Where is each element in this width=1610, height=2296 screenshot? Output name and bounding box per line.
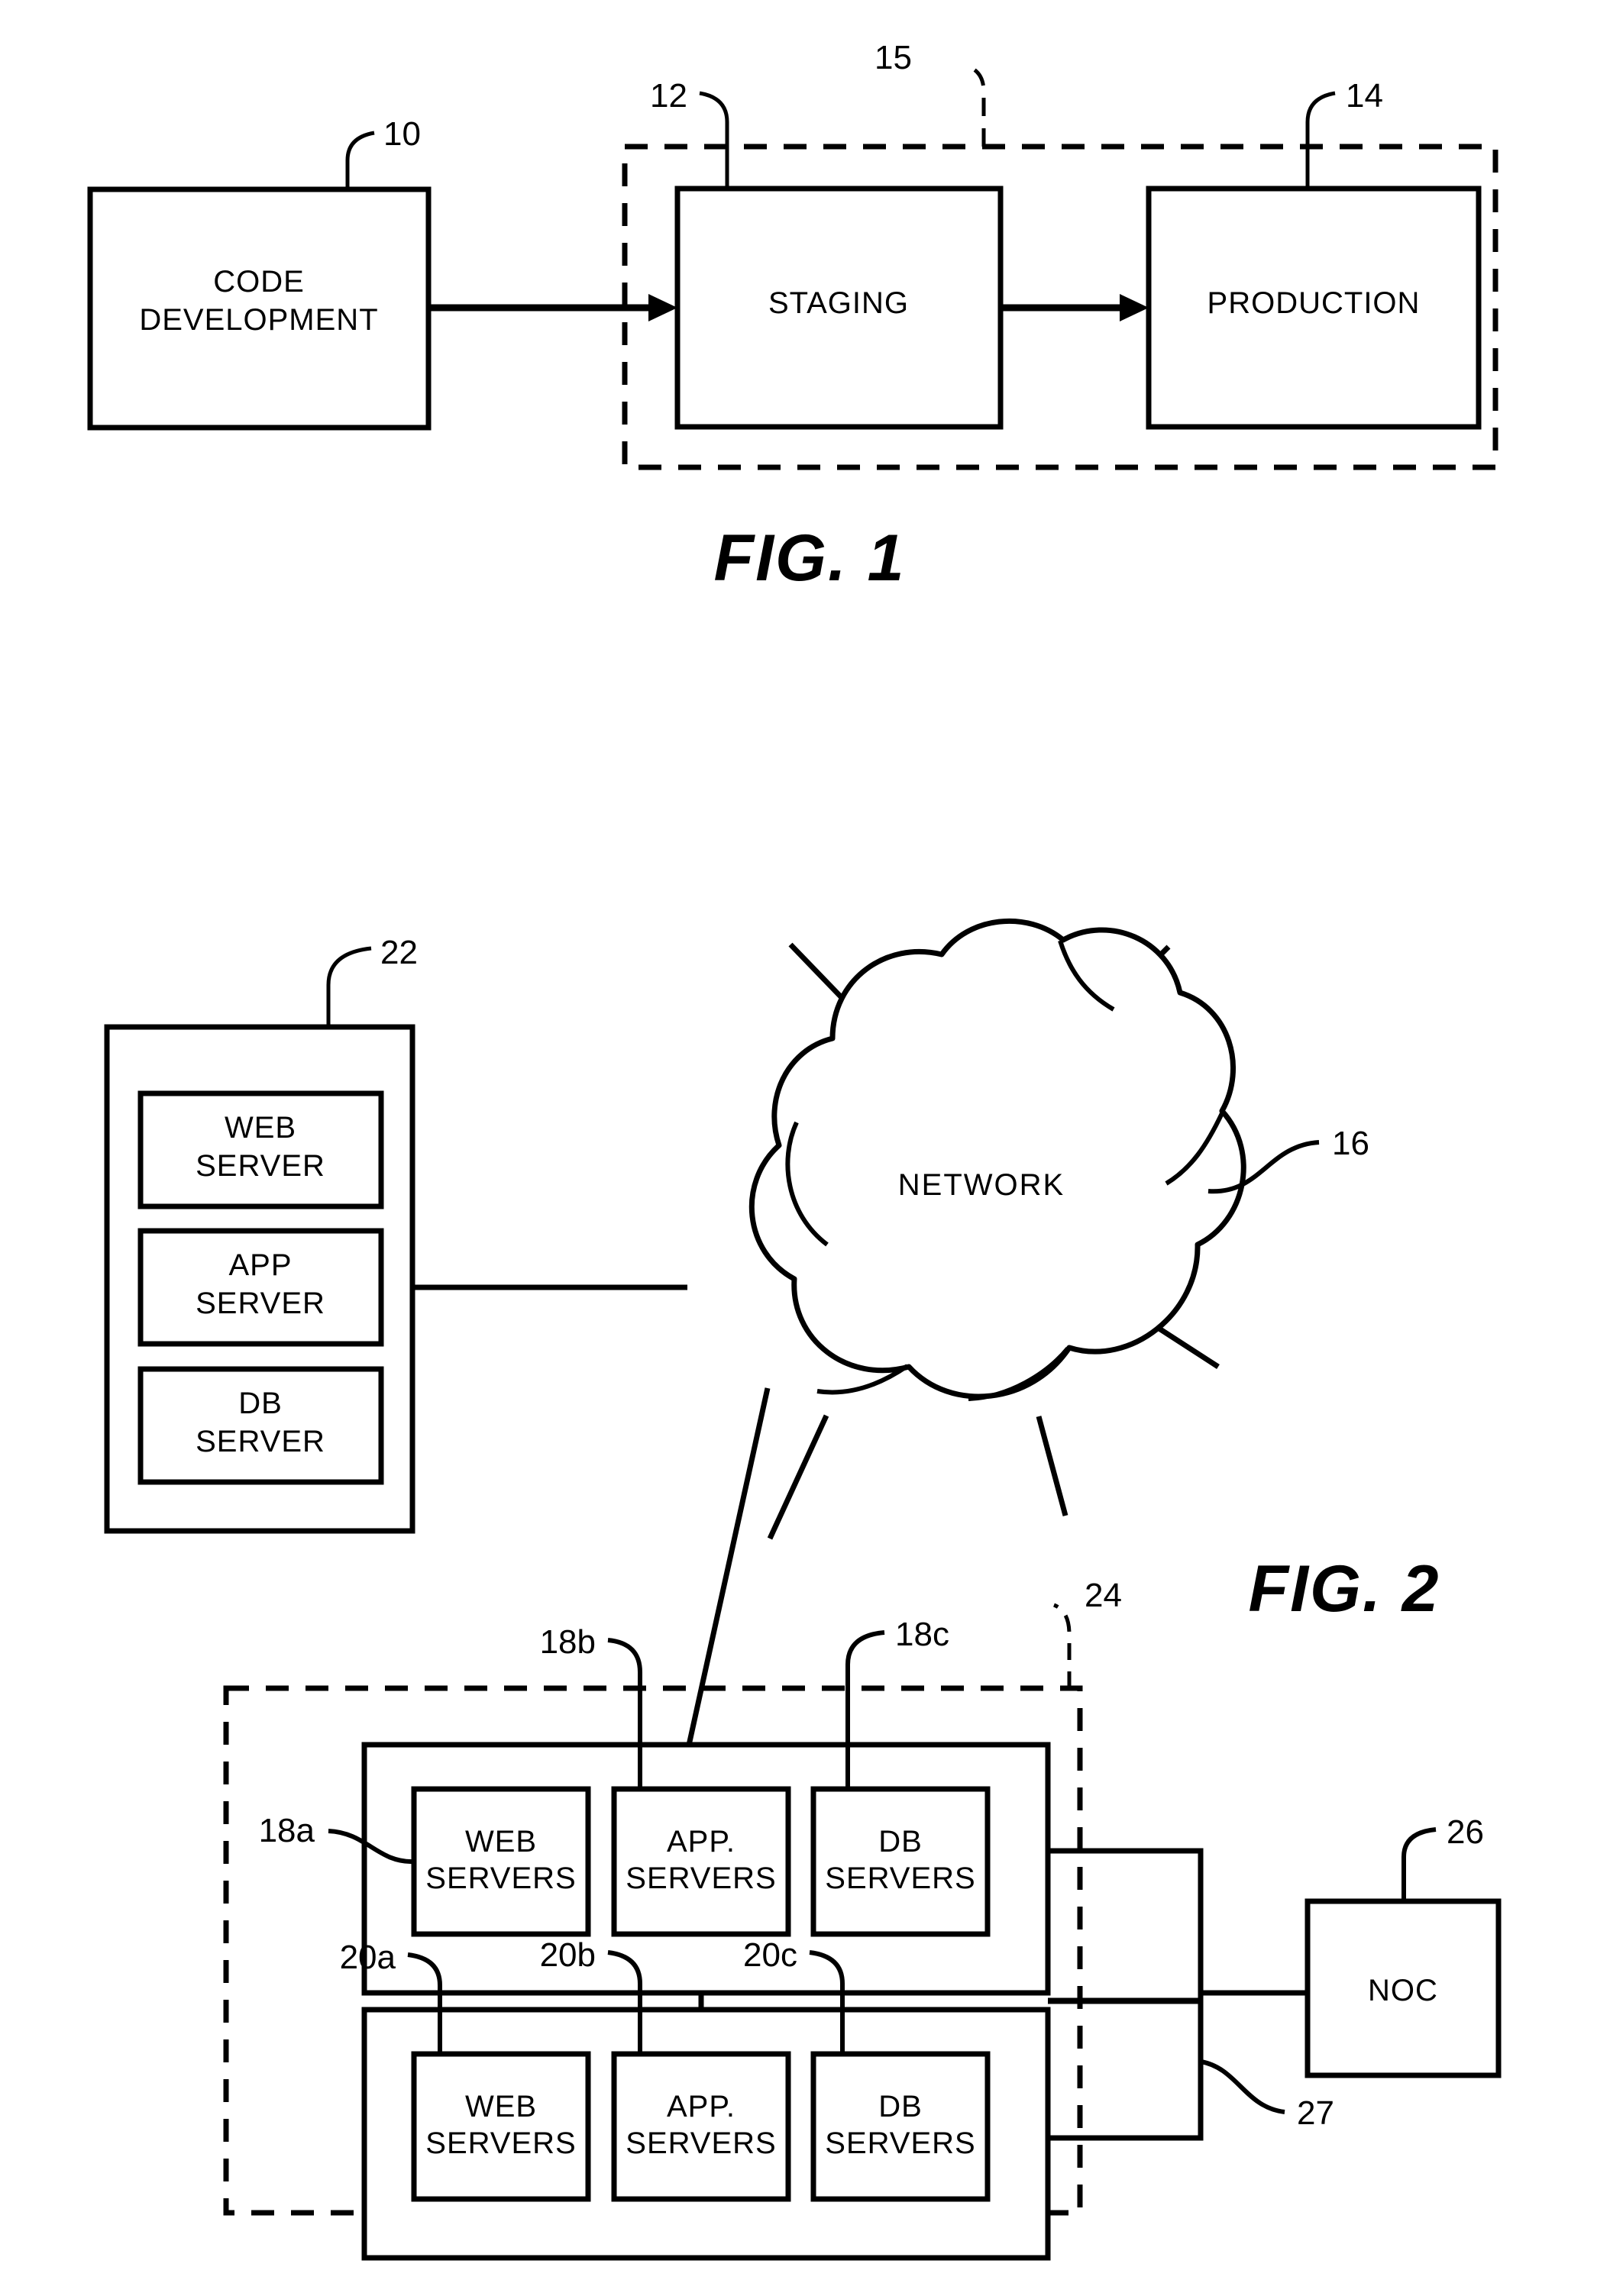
fig2-prod-db-servers-line2: SERVERS	[825, 1862, 975, 1895]
fig2-stg-app-servers-line1: APP.	[667, 2090, 735, 2123]
drawing-canvas: 15 CODE DEVELOPMENT 10 STAGING 12 PRODUC…	[87, 39, 1502, 2261]
fig1-ref-12: 12	[650, 77, 687, 115]
fig2-stg-db-servers-line1: DB	[878, 2090, 923, 2123]
fig2-ref-20c: 20c	[743, 1936, 797, 1974]
fig2-client-app-server-line2: SERVER	[196, 1287, 325, 1320]
fig2-ref-27: 27	[1297, 2094, 1334, 2132]
fig2-client-web-server-line2: SERVER	[196, 1149, 325, 1183]
fig2-stg-web-servers-line2: SERVERS	[425, 2126, 576, 2160]
fig2-prod-db-servers-line1: DB	[878, 1825, 923, 1858]
fig1-ref-15: 15	[875, 39, 912, 76]
fig2-ref24-leader	[1052, 1603, 1072, 1688]
fig2-ref-18c: 18c	[895, 1616, 949, 1653]
fig1-code-development-label-line2: DEVELOPMENT	[139, 303, 378, 337]
fig1-staging-label: STAGING	[768, 286, 909, 320]
fig2-ref27-leader	[1200, 2059, 1285, 2114]
fig1-ref14-leader	[1305, 91, 1336, 189]
fig2-prod-app-servers-line1: APP.	[667, 1825, 735, 1858]
fig2-ref-18a: 18a	[259, 1812, 315, 1849]
fig2-prod-web-servers-line1: WEB	[465, 1825, 537, 1858]
fig1-arrow-dev-to-staging	[428, 294, 677, 321]
fig2-network-cloud	[748, 918, 1246, 1400]
fig1-ref10-leader	[345, 131, 375, 189]
fig2-ref-24: 24	[1085, 1577, 1122, 1614]
fig1-ref12-leader	[699, 91, 729, 189]
fig2-noc-label: NOC	[1368, 1974, 1438, 2007]
fig2-noc-connection-bus	[1048, 1848, 1308, 2141]
fig2-ref22-leader	[326, 946, 372, 1027]
fig2-ref-20a: 20a	[340, 1939, 396, 1976]
figure-1: 15 CODE DEVELOPMENT 10 STAGING 12 PRODUC…	[87, 39, 1498, 595]
fig2-ref26-leader	[1401, 1827, 1437, 1901]
fig2-client-web-server-line1: WEB	[225, 1111, 296, 1145]
fig2-link-network-to-datacenter	[677, 1387, 771, 1787]
fig2-stg-app-servers-line2: SERVERS	[626, 2126, 776, 2160]
fig2-network-label: NETWORK	[898, 1168, 1065, 1202]
fig1-ref-14: 14	[1346, 77, 1383, 115]
fig1-ref-10: 10	[383, 115, 421, 153]
patent-drawing-page: 15 CODE DEVELOPMENT 10 STAGING 12 PRODUC…	[0, 0, 1610, 2296]
fig2-ref-16: 16	[1332, 1125, 1369, 1162]
figure-1-caption: FIG. 1	[714, 522, 906, 595]
fig2-stg-db-servers-line2: SERVERS	[825, 2126, 975, 2160]
fig2-client-db-server-line2: SERVER	[196, 1425, 325, 1458]
fig1-arrow-staging-to-production	[1001, 294, 1149, 321]
figure-2: 22 WEB SERVER APP SERVER DB SERVER NETWO…	[104, 918, 1502, 2261]
fig1-ref15-leader	[968, 65, 986, 147]
fig2-ref-18b: 18b	[540, 1623, 596, 1661]
fig1-code-development-label-line1: CODE	[213, 265, 305, 299]
fig2-client-app-server-line1: APP	[228, 1248, 292, 1282]
figure-2-caption: FIG. 2	[1249, 1552, 1440, 1626]
fig2-stg-web-servers-line1: WEB	[465, 2090, 537, 2123]
fig2-ref-22: 22	[380, 934, 418, 971]
fig2-ref-20b: 20b	[540, 1936, 596, 1974]
fig2-prod-app-servers-line2: SERVERS	[626, 1862, 776, 1895]
fig2-ref-26: 26	[1447, 1813, 1484, 1851]
fig2-prod-web-servers-line2: SERVERS	[425, 1862, 576, 1895]
fig2-client-db-server-line1: DB	[238, 1387, 283, 1420]
fig1-production-label: PRODUCTION	[1208, 286, 1421, 320]
